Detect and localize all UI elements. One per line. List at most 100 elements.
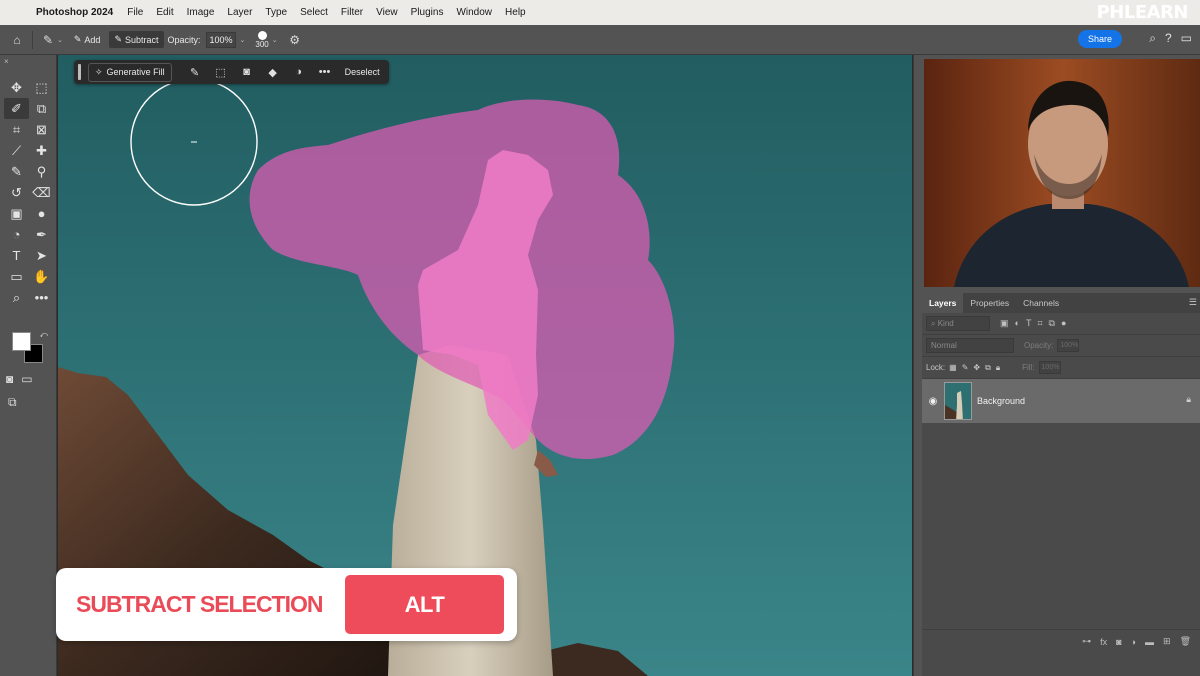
quick-selection-preset-icon[interactable]: ✎ (39, 31, 57, 49)
marquee-tool-icon[interactable]: ⬚ (29, 77, 54, 98)
create-mask-icon[interactable]: ◙ (234, 66, 260, 78)
lock-icons: ▦ ✎ ✥ ⧉ 🔒︎ (949, 363, 1000, 373)
brush-tool-icon[interactable]: ✎ (4, 161, 29, 182)
lock-artboard-icon[interactable]: ⧉ (985, 363, 991, 373)
delete-layer-icon[interactable]: 🗑︎ (1180, 636, 1191, 647)
new-group-icon[interactable]: ▬ (1145, 637, 1154, 647)
select-subject-icon[interactable]: ⬚ (208, 66, 234, 79)
shape-filter-icon[interactable]: ⌗ (1037, 318, 1042, 329)
divider (32, 30, 33, 49)
app-name[interactable]: Photoshop 2024 (36, 7, 113, 18)
menu-plugins[interactable]: Plugins (411, 7, 444, 18)
tab-channels[interactable]: Channels (1016, 293, 1066, 313)
brush-size-picker[interactable]: 300 (255, 30, 269, 49)
menu-window[interactable]: Window (456, 7, 492, 18)
more-tools-icon[interactable]: ••• (29, 287, 54, 308)
chevron-down-icon[interactable]: ⌄ (240, 36, 246, 44)
type-tool-icon[interactable]: T (4, 245, 29, 266)
zoom-tool-icon[interactable]: ⌕ (4, 287, 29, 308)
more-options-icon[interactable]: ••• (312, 66, 338, 78)
layer-effects-icon[interactable]: fx (1100, 637, 1107, 647)
clone-stamp-tool-icon[interactable]: ⚲ (29, 161, 54, 182)
adjustment-layer-icon[interactable]: ◑ (286, 66, 312, 78)
crop-tool-icon[interactable]: ⌗ (4, 119, 29, 140)
type-filter-icon[interactable]: T (1026, 318, 1032, 329)
dodge-tool-icon[interactable]: ◔ (4, 224, 29, 245)
generative-fill-button[interactable]: ✧ Generative Fill (88, 62, 172, 82)
subtract-mode-label: Subtract (124, 34, 159, 45)
new-layer-icon[interactable]: ⊞ (1163, 636, 1171, 647)
swap-colors-icon[interactable]: ⤺ (39, 330, 48, 340)
foreground-color-swatch[interactable] (12, 332, 31, 351)
home-icon[interactable]: ⌂ (8, 31, 26, 49)
quick-selection-tool-icon[interactable]: ✐ (4, 98, 29, 119)
share-button[interactable]: Share (1077, 30, 1122, 48)
fill-input[interactable]: 100% (1038, 361, 1061, 374)
opacity-input[interactable]: 100% (205, 31, 236, 48)
menu-type[interactable]: Type (265, 7, 287, 18)
adjustment-filter-icon[interactable]: ◐ (1015, 318, 1020, 329)
layer-opacity-input[interactable]: 100% (1057, 339, 1080, 352)
new-adjustment-layer-icon[interactable]: ◑ (1131, 637, 1136, 647)
menu-edit[interactable]: Edit (156, 7, 173, 18)
help-icon[interactable]: ? (1165, 31, 1172, 46)
gradient-tool-icon[interactable]: ▣ (4, 203, 29, 224)
menu-file[interactable]: File (127, 7, 143, 18)
hand-tool-icon[interactable]: ✋ (29, 266, 54, 287)
eyedropper-tool-icon[interactable]: ⟋ (4, 140, 29, 161)
layer-name[interactable]: Background (977, 396, 1025, 406)
menu-help[interactable]: Help (505, 7, 526, 18)
menu-view[interactable]: View (376, 7, 398, 18)
frame-tool-icon[interactable]: ⊠ (29, 119, 54, 140)
lock-transparent-icon[interactable]: ▦ (949, 363, 957, 373)
kind-filter-label: Kind (937, 319, 954, 328)
path-selection-tool-icon[interactable]: ➤ (29, 245, 54, 266)
tab-properties[interactable]: Properties (963, 293, 1016, 313)
tab-layers[interactable]: Layers (922, 293, 964, 313)
settings-gear-icon[interactable]: ⚙ (286, 31, 304, 49)
drag-handle[interactable] (78, 64, 81, 80)
fill-selection-icon[interactable]: ◆ (260, 66, 286, 79)
layer-row-background[interactable]: ◉ Background 🔒︎ (922, 379, 1200, 423)
lock-position-icon[interactable]: ✥ (973, 363, 980, 373)
screen-mode-icon[interactable]: ▭ (21, 372, 32, 386)
edit-toolbar-icon[interactable]: ⧉ (8, 395, 17, 410)
subtract-mode-button[interactable]: ✎ Subtract (109, 31, 164, 48)
deselect-button[interactable]: Deselect (342, 64, 383, 80)
eraser-tool-icon[interactable]: ⌫ (29, 182, 54, 203)
workspace-icon[interactable]: ▭ (1181, 31, 1192, 46)
rectangle-tool-icon[interactable]: ▭ (4, 266, 29, 287)
filter-toggle-icon[interactable]: ● (1061, 318, 1066, 329)
pen-tool-icon[interactable]: ✒ (29, 224, 54, 245)
modify-selection-brush-icon[interactable]: ✎ (182, 66, 208, 79)
pixel-filter-icon[interactable]: ▣ (1000, 318, 1009, 329)
menu-layer[interactable]: Layer (227, 7, 252, 18)
collapse-panel-icon[interactable]: × (4, 57, 9, 66)
link-layers-icon[interactable]: ⊶ (1082, 636, 1091, 647)
kind-filter-select[interactable]: ⌕ Kind (926, 316, 990, 331)
search-icon[interactable]: ⌕ (1149, 31, 1156, 46)
menu-select[interactable]: Select (300, 7, 328, 18)
add-mode-button[interactable]: ✎ Add (69, 31, 106, 48)
add-mask-icon[interactable]: ◙ (1116, 637, 1121, 647)
chevron-down-icon[interactable]: ⌄ (57, 36, 63, 44)
layer-lock-icon[interactable]: 🔒︎ (1186, 394, 1191, 405)
menu-filter[interactable]: Filter (341, 7, 363, 18)
quick-mask-icon[interactable]: ◙ (6, 372, 13, 386)
object-selection-tool-icon[interactable]: ⧉ (29, 98, 54, 119)
brush-tip-icon (257, 30, 267, 40)
blend-mode-select[interactable]: Normal (926, 338, 1014, 353)
move-tool-icon[interactable]: ✥ (4, 77, 29, 98)
layer-filter-row: ⌕ Kind ▣ ◐ T ⌗ ⧉ ● (922, 313, 1200, 335)
tools-panel: × ✥ ⬚ ✐ ⧉ ⌗ ⊠ ⟋ ✚ ✎ ⚲ ↺ ⌫ ▣ ● ◔ ✒ T ➤ ▭ ✋ ⌕ ••• ⤺ ◙ ▭ ⧉ (0, 55, 57, 676)
healing-brush-tool-icon[interactable]: ✚ (29, 140, 54, 161)
panel-menu-icon[interactable]: ☰ (1189, 297, 1197, 308)
visibility-eye-icon[interactable]: ◉ (922, 396, 944, 407)
chevron-down-icon[interactable]: ⌄ (272, 36, 278, 44)
menu-image[interactable]: Image (187, 7, 215, 18)
history-brush-tool-icon[interactable]: ↺ (4, 182, 29, 203)
lock-image-icon[interactable]: ✎ (962, 363, 969, 373)
smart-object-filter-icon[interactable]: ⧉ (1049, 318, 1055, 329)
blur-tool-icon[interactable]: ● (29, 203, 54, 224)
lock-all-icon[interactable]: 🔒︎ (996, 363, 1000, 373)
